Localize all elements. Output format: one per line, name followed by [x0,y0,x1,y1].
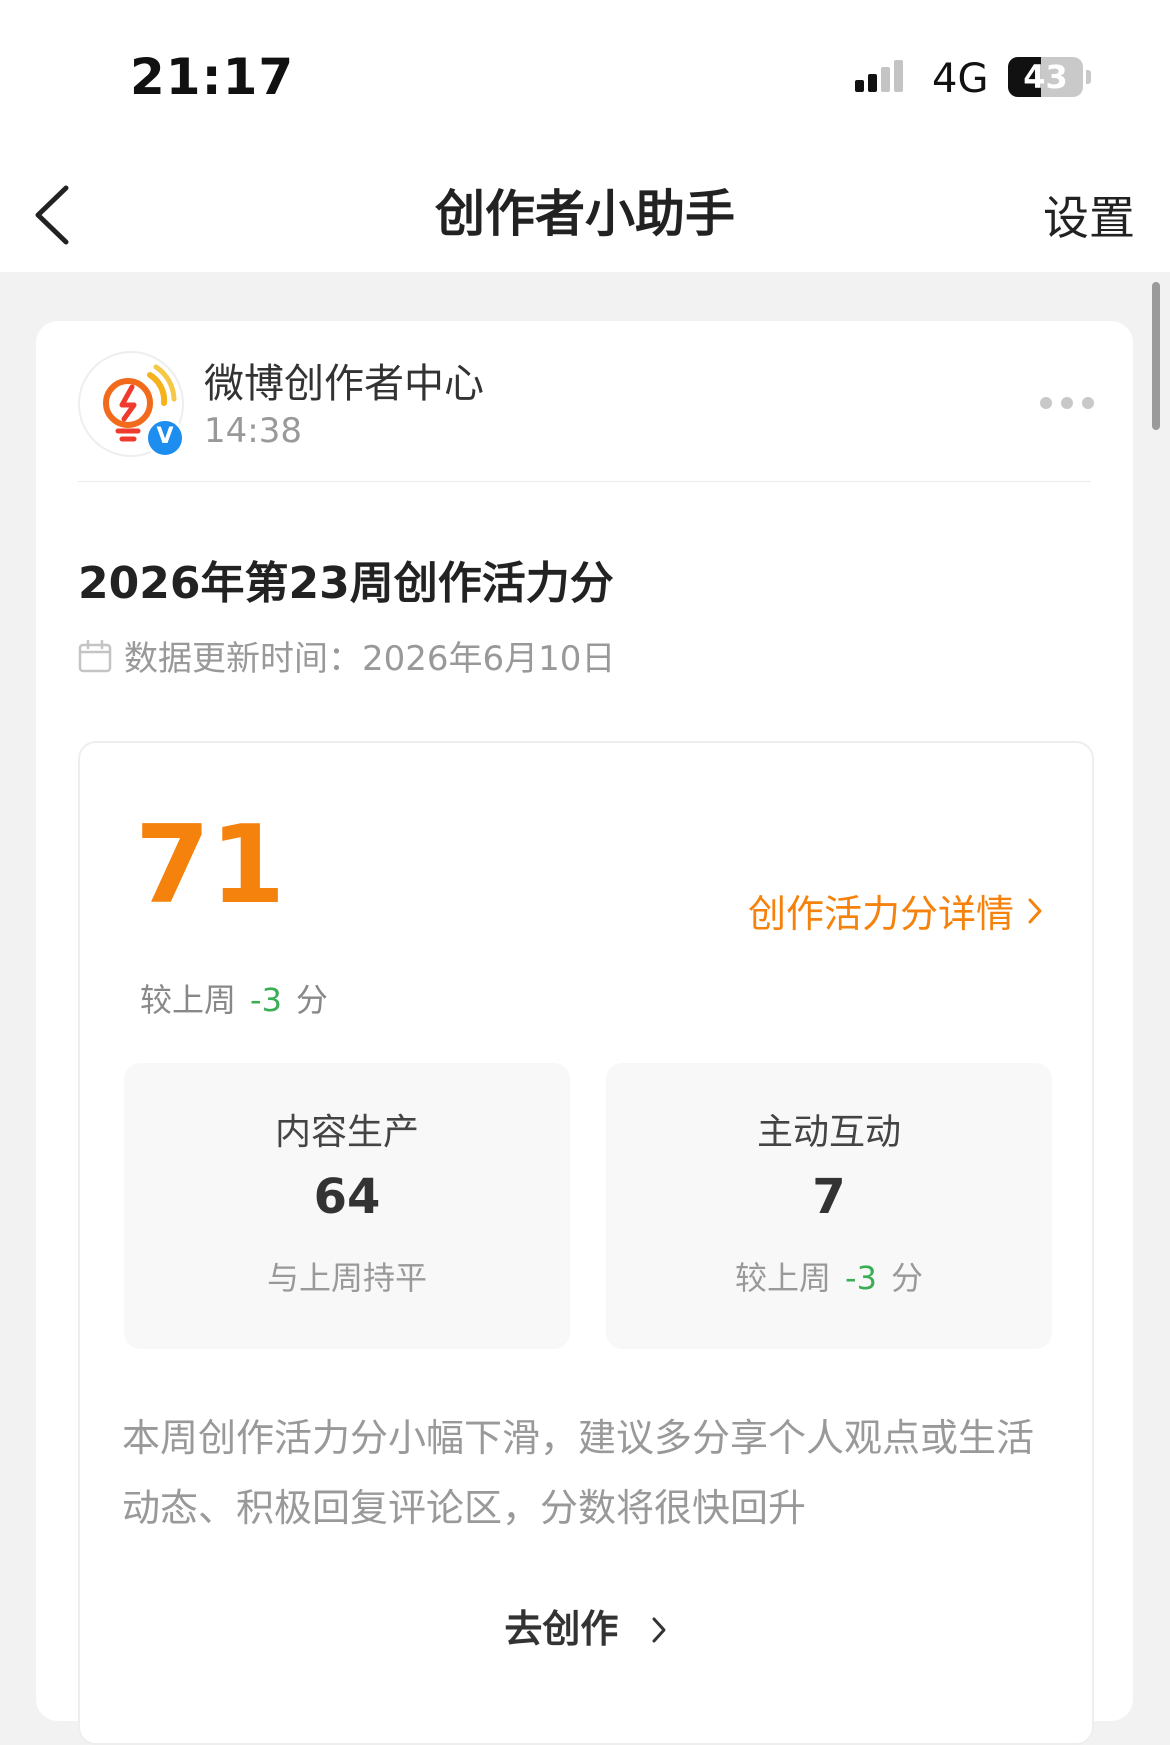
battery-icon: 43 [1008,57,1083,97]
scrollbar[interactable] [1152,282,1160,430]
score-detail-label: 创作活力分详情 [747,892,1014,936]
activity-score: 71 [135,803,286,928]
verified-icon: V [145,418,185,458]
status-bar: 21:17 4G 43 [0,0,1170,150]
chevron-right-icon [1028,898,1042,923]
nav-bar: 创作者小助手 设置 [0,150,1170,272]
metric-note-value: -3 [845,1259,877,1297]
go-create-label: 去创作 [504,1607,619,1651]
update-date: 2026年6月10日 [362,639,616,679]
compare-prefix: 较上周 [140,981,237,1019]
update-label: 数据更新时间： [124,639,362,679]
update-time-row: 数据更新时间： 2026年6月10日 [78,631,615,680]
compare-unit: 分 [295,981,328,1019]
divider [78,481,1091,482]
metric-note: 与上周持平 [266,1259,427,1297]
signal-icon [855,60,903,92]
sent-time: 14:38 [204,411,302,451]
compare-value: -3 [250,981,282,1019]
message-card: V 微博创作者中心 14:38 2026年第23周创作活力分 数据更新时间： 2… [36,321,1133,1745]
more-icon[interactable] [1040,397,1094,411]
status-time: 21:17 [130,48,295,106]
sender-name[interactable]: 微博创作者中心 [204,351,484,409]
weekly-compare: 较上周 -3 分 [140,975,328,1021]
network-type: 4G [932,56,989,102]
suggestion-text: 本周创作活力分小幅下滑，建议多分享个人观点或生活动态、积极回复评论区，分数将很快… [122,1416,1035,1530]
metric-label: 内容生产 [274,1112,419,1153]
metric-note-prefix: 较上周 [735,1259,832,1297]
metric-value: 7 [812,1169,846,1225]
score-detail-link[interactable]: 创作活力分详情 [748,883,1044,938]
metric-label: 主动互动 [756,1112,901,1153]
battery-tip [1086,70,1091,84]
go-create-button[interactable]: 去创作 [80,1598,1092,1653]
score-panel: 71 创作活力分详情 较上周 -3 分 内容生产 64 与上周持平 主动互动 7 较… [78,741,1094,1745]
metric-note: 较上周 -3 分 [606,1253,1052,1299]
page-title: 创作者小助手 [435,185,735,243]
chevron-right-icon [652,1617,666,1643]
metric-note-unit: 分 [890,1259,923,1297]
report-title: 2026年第23周创作活力分 [78,558,614,609]
settings-button[interactable]: 设置 [1043,182,1135,248]
calendar-icon [78,639,112,672]
metric-active-interaction: 主动互动 7 较上周 -3 分 [606,1063,1052,1349]
battery-level: 43 [1023,58,1068,96]
metric-value: 64 [313,1169,381,1225]
metric-content-production: 内容生产 64 与上周持平 [124,1063,570,1349]
